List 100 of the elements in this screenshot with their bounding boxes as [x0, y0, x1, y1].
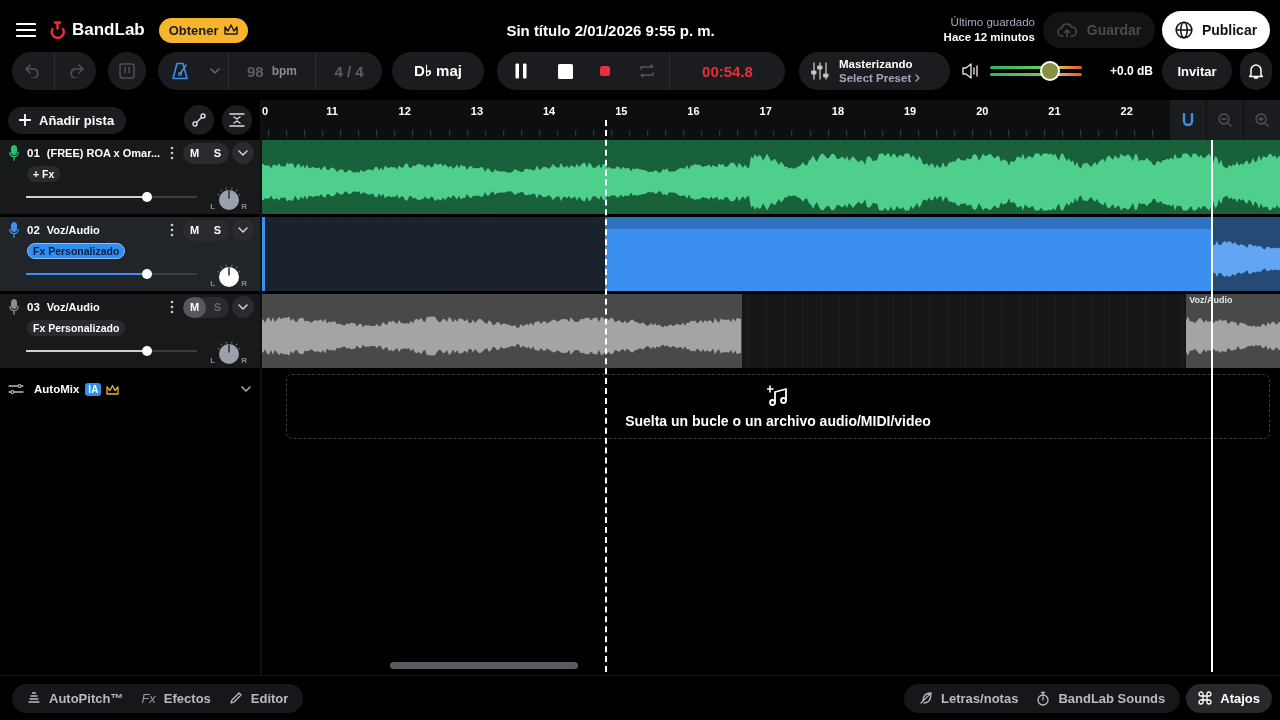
logo-icon[interactable]: [49, 21, 67, 39]
caret-icon: [238, 150, 248, 156]
more-icon: [170, 300, 174, 314]
pan-knob[interactable]: [215, 185, 242, 211]
snap-button[interactable]: [1170, 100, 1206, 140]
undo-icon: [25, 64, 41, 78]
tempo-unit: bpm: [271, 64, 297, 78]
zoom-out-icon: [1218, 113, 1232, 127]
effects-chip[interactable]: Fx Personalizado: [27, 320, 126, 336]
track-header[interactable]: 01 (FREE) ROA x Omar... M S + Fx L R: [0, 140, 260, 214]
solo-button[interactable]: S: [206, 219, 229, 241]
routing-button[interactable]: [184, 105, 214, 135]
volume-reading: +0.0 dB: [1110, 64, 1154, 78]
track-header[interactable]: 03 Voz/Audio M S Fx Personalizado L R: [0, 294, 260, 368]
track-number: 02: [27, 224, 40, 236]
bell-icon: [1249, 63, 1263, 79]
stopwatch-icon: [1036, 690, 1051, 706]
pencil-icon: [228, 691, 243, 705]
track-menu-button[interactable]: [232, 296, 254, 318]
caret-icon: [210, 68, 220, 74]
editor-button[interactable]: Editor: [219, 683, 298, 713]
scrollbar-thumb[interactable]: [390, 662, 578, 669]
crown-icon: [223, 24, 238, 36]
bar-number: 17: [759, 105, 772, 117]
zoom-in-icon: [1255, 113, 1269, 127]
track-name: Voz/Audio: [46, 301, 101, 313]
last-saved-time: Hace 12 minutos: [943, 30, 1035, 45]
brand-name: BandLab: [72, 20, 145, 40]
bar-number: 20: [976, 105, 989, 117]
compress-icon: [229, 113, 245, 127]
mute-button[interactable]: M: [183, 219, 206, 241]
redo-icon: [67, 64, 84, 78]
slider-thumb[interactable]: [142, 268, 153, 279]
bar-number: 14: [542, 105, 556, 117]
plus-icon: [19, 114, 31, 126]
track-menu-button[interactable]: [232, 142, 254, 164]
bar-number: 15: [615, 105, 628, 117]
effects-button[interactable]: Fx Efectos: [132, 683, 220, 713]
playhead-line[interactable]: [604, 120, 607, 672]
get-premium-button[interactable]: Obtener: [158, 17, 248, 43]
caret-icon: [238, 304, 248, 310]
effects-chip[interactable]: Fx Personalizado: [27, 243, 126, 259]
caret-icon: [241, 386, 251, 392]
chevron-right-icon: [915, 74, 921, 82]
pan-right-label: R: [241, 280, 247, 288]
sounds-button[interactable]: BandLab Sounds: [1027, 683, 1175, 713]
notifications-button[interactable]: [1240, 52, 1272, 90]
record-icon: [600, 66, 610, 76]
slider-thumb[interactable]: [1039, 61, 1060, 81]
bar-number: 16: [687, 105, 700, 117]
music-add-icon: [767, 384, 789, 407]
invite-button[interactable]: Invitar: [1162, 52, 1232, 90]
key-selector[interactable]: D♭ maj: [392, 52, 484, 90]
master-volume-slider[interactable]: [990, 61, 1082, 81]
slider-thumb[interactable]: [142, 191, 153, 202]
shortcuts-button[interactable]: Atajos: [1186, 683, 1272, 713]
collapse-tracks-button[interactable]: [222, 105, 252, 135]
square-icon: [119, 63, 135, 79]
pan-right-label: R: [241, 357, 247, 365]
track-header[interactable]: 02 Voz/Audio M S Fx Personalizado L R: [0, 217, 260, 291]
solo-button[interactable]: S: [206, 142, 229, 164]
ai-badge: IA: [85, 382, 102, 396]
menu-icon[interactable]: [16, 22, 36, 38]
project-title: Sin título 2/01/2026 9:55 p. m.: [505, 21, 716, 39]
track-menu-button[interactable]: [232, 219, 254, 241]
drop-zone[interactable]: Suelta un bucle o un archivo audio/MIDI/video: [286, 374, 1270, 439]
globe-icon: [1174, 21, 1193, 39]
track-number: 01: [27, 147, 40, 159]
effects-icon: Fx: [141, 690, 156, 706]
bar-number: 19: [903, 105, 917, 117]
track-name: Voz/Audio: [46, 224, 101, 236]
last-saved-label: Último guardado: [950, 15, 1035, 30]
caret-icon: [238, 227, 248, 233]
lyrics-button[interactable]: Letras/notas: [910, 683, 1028, 713]
stop-icon: [557, 63, 573, 79]
slider-thumb[interactable]: [142, 345, 153, 356]
automix-toggle[interactable]: [241, 386, 251, 392]
loop-icon: [638, 63, 656, 79]
command-icon: [1198, 691, 1213, 705]
mute-button[interactable]: M: [183, 142, 206, 164]
bar-number: 0: [262, 105, 269, 117]
add-track-button[interactable]: Añadir pista: [8, 106, 127, 134]
track-number: 03: [27, 301, 40, 313]
effects-chip[interactable]: + Fx: [27, 166, 61, 182]
bar-number: 12: [398, 105, 411, 117]
cloud-upload-icon: [1056, 22, 1077, 38]
pan-left-label: L: [210, 203, 216, 211]
pan-knob[interactable]: [215, 262, 242, 288]
mastering-button[interactable]: Masterizando Select Preset: [799, 52, 950, 90]
connector-icon: [192, 113, 206, 127]
pan-knob[interactable]: [215, 339, 242, 365]
mute-button[interactable]: M: [183, 296, 206, 318]
pan-left-label: L: [210, 357, 216, 365]
publish-button[interactable]: Publicar: [1162, 11, 1270, 49]
mixer-icon: [811, 62, 829, 80]
crown-icon: [106, 383, 120, 395]
autopitch-button[interactable]: AutoPitch™: [18, 683, 133, 713]
speaker-icon[interactable]: [962, 63, 980, 79]
bar-number: 21: [1048, 105, 1061, 117]
bar-number: 22: [1120, 105, 1133, 117]
